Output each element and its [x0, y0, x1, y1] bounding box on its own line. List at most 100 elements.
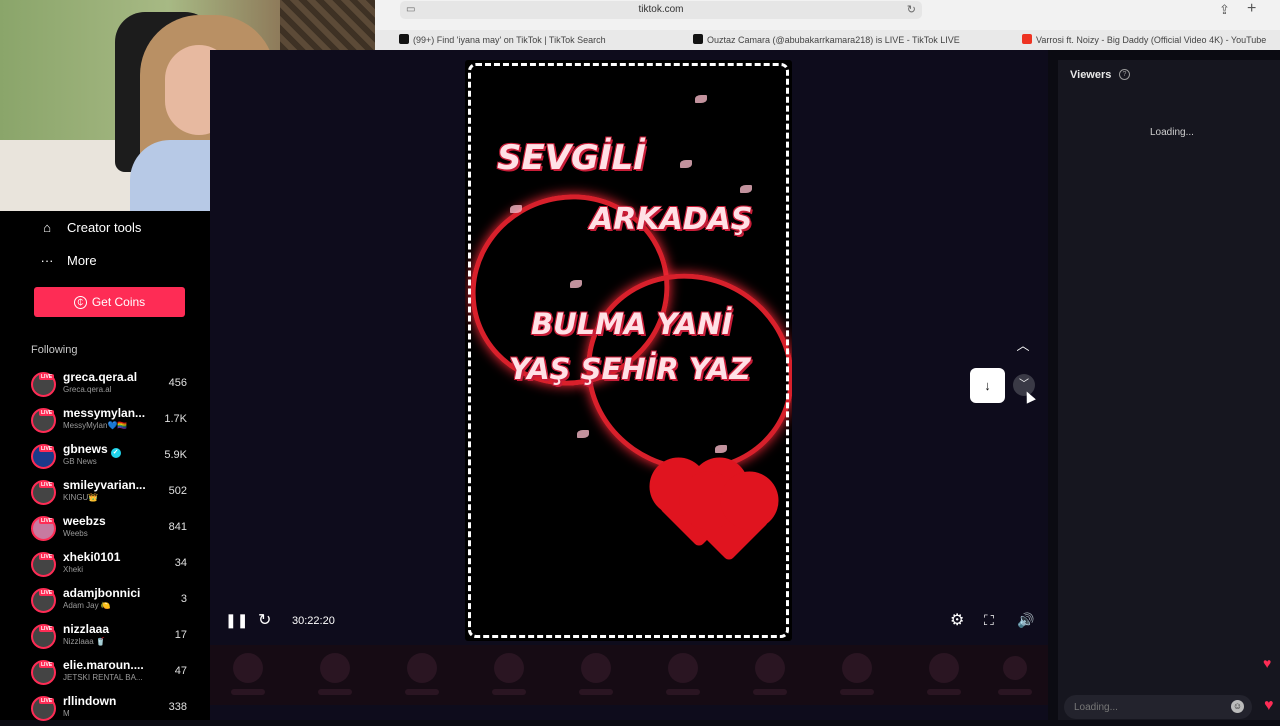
browser-tab[interactable]: (99+) Find 'iyana may' on TikTok | TikTo…: [399, 30, 689, 50]
like-heart-icon[interactable]: ♥: [1264, 697, 1274, 715]
gift-placeholder[interactable]: [755, 653, 785, 683]
browser-tab[interactable]: Ouztaz Camara (@abubakarrkamara218) is L…: [693, 30, 983, 50]
live-badge: LIVE: [39, 446, 55, 452]
viewer-count: 47: [174, 665, 187, 677]
following-subtitle: Adam Jay 🍋: [63, 601, 111, 610]
following-name: rllindown: [63, 694, 117, 708]
following-subtitle: GB News: [63, 457, 97, 466]
get-coins-label: Get Coins: [91, 295, 146, 309]
viewer-count: 1.7K: [164, 413, 187, 425]
sidebar: ⌂ Creator tools ··· More ₵ Get Coins Foll…: [0, 211, 210, 721]
get-coins-button[interactable]: ₵ Get Coins: [34, 287, 185, 317]
following-row[interactable]: LIVE adamjbonnici Adam Jay 🍋 3: [30, 584, 200, 618]
live-badge: LIVE: [39, 590, 55, 596]
tab-bar: (99+) Find 'iyana may' on TikTok | TikTo…: [375, 30, 1280, 50]
following-row[interactable]: LIVE xheki0101 Xheki 34: [30, 548, 200, 582]
viewer-count: 456: [168, 377, 187, 389]
gift-placeholder[interactable]: [581, 653, 611, 683]
new-tab-icon[interactable]: +: [1247, 0, 1256, 18]
following-name: gbnews ✓: [63, 442, 121, 458]
gift-label-placeholder: [579, 689, 613, 695]
following-name: weebzs: [63, 514, 106, 528]
following-row[interactable]: LIVE elie.maroun.... JETSKI RENTAL BA...…: [30, 656, 200, 690]
following-name: nizzlaaa: [63, 622, 110, 636]
tiktok-icon: [693, 34, 703, 44]
fullscreen-icon[interactable]: ⛶: [984, 612, 994, 629]
avatar: LIVE: [31, 444, 56, 469]
live-badge: LIVE: [39, 662, 55, 668]
following-row[interactable]: LIVE greca.qera.al Greca.qera.al 456: [30, 368, 200, 402]
following-heading: Following: [31, 344, 78, 356]
following-name: xheki0101: [63, 550, 121, 564]
following-subtitle: Nizzlaaa 🥤: [63, 637, 106, 646]
following-row[interactable]: LIVE messymylan... MessyMylan💙🏳️‍🌈 1.7K: [30, 404, 200, 438]
gift-placeholder[interactable]: [320, 653, 350, 683]
following-subtitle: Greca.qera.al: [63, 385, 112, 394]
home-icon: ⌂: [43, 219, 51, 235]
gift-label-placeholder: [998, 689, 1032, 695]
gift-placeholder[interactable]: [842, 653, 872, 683]
following-name: messymylan...: [63, 406, 146, 420]
live-badge: LIVE: [39, 698, 55, 704]
following-row[interactable]: LIVE weebzs Weebs 841: [30, 512, 200, 546]
sidebar-item-more[interactable]: ··· More: [38, 249, 97, 271]
viewer-count: 17: [174, 629, 187, 641]
gift-label-placeholder: [666, 689, 700, 695]
following-row[interactable]: LIVE smileyvarian... KINGU👑 502: [30, 476, 200, 510]
gift-placeholder[interactable]: [494, 653, 524, 683]
sidebar-item-label: More: [67, 252, 97, 268]
video-scalloped-frame: [468, 63, 789, 638]
gift-label-placeholder: [231, 689, 265, 695]
live-video[interactable]: SEVGİLİ ARKADAŞ BULMA YANİ YAŞ ŞEHİR YAZ: [465, 60, 792, 641]
chevron-up-icon[interactable]: ︿: [1015, 338, 1031, 354]
share-icon[interactable]: ⇪: [1219, 2, 1230, 18]
heart-icon: ♥: [1263, 655, 1272, 671]
following-name: smileyvarian...: [63, 478, 146, 492]
following-name: greca.qera.al: [63, 370, 138, 384]
following-subtitle: KINGU👑: [63, 493, 99, 502]
gift-placeholder[interactable]: [668, 653, 698, 683]
sidebar-item-label: Creator tools: [67, 219, 142, 235]
reload-icon[interactable]: ↻: [907, 3, 916, 16]
tab-label: Varrosi ft. Noizy - Big Daddy (Official …: [1036, 35, 1267, 45]
avatar: LIVE: [31, 660, 56, 685]
viewers-loading-text: Loading...: [1150, 127, 1194, 138]
following-subtitle: Xheki: [63, 565, 84, 574]
gift-placeholder[interactable]: [1003, 656, 1027, 680]
gift-label-placeholder: [492, 689, 526, 695]
gift-placeholder[interactable]: [233, 653, 263, 683]
stream-duration: 30:22:20: [292, 615, 335, 627]
avatar: LIVE: [31, 516, 56, 541]
following-name: adamjbonnici: [63, 586, 141, 600]
pause-icon[interactable]: ❚❚: [225, 612, 248, 629]
gift-placeholder[interactable]: [929, 653, 959, 683]
sidebar-item-creator-tools[interactable]: ⌂ Creator tools: [38, 216, 141, 238]
browser-tab[interactable]: Varrosi ft. Noizy - Big Daddy (Official …: [1022, 30, 1280, 50]
refresh-icon[interactable]: ↻: [258, 610, 271, 630]
viewer-count: 34: [174, 557, 187, 569]
following-row[interactable]: LIVE gbnews ✓ GB News 5.9K: [30, 440, 200, 474]
settings-icon[interactable]: ⚙: [950, 610, 964, 630]
help-icon[interactable]: ?: [1119, 69, 1130, 80]
address-bar[interactable]: ▭ tiktok.com ↻: [400, 1, 922, 19]
following-name-text: gbnews: [63, 442, 108, 456]
tiktok-icon: [399, 34, 409, 44]
viewer-count: 5.9K: [164, 449, 187, 461]
following-row[interactable]: LIVE nizzlaaa Nizzlaaa 🥤 17: [30, 620, 200, 654]
following-subtitle: M: [63, 709, 70, 718]
following-row[interactable]: LIVE rllindown M 338: [30, 692, 200, 726]
viewer-count: 502: [168, 485, 187, 497]
emoji-icon[interactable]: ☺: [1231, 700, 1244, 713]
viewer-count: 841: [168, 521, 187, 533]
volume-icon[interactable]: 🔊: [1017, 612, 1034, 629]
live-badge: LIVE: [39, 374, 55, 380]
player-controls: ❚❚ ↻ 30:22:20 ⚙ ⛶ 🔊: [210, 606, 1048, 636]
gift-label-placeholder: [318, 689, 352, 695]
live-badge: LIVE: [39, 518, 55, 524]
chat-input[interactable]: Loading... ☺: [1064, 695, 1252, 719]
avatar: LIVE: [31, 408, 56, 433]
tab-label: (99+) Find 'iyana may' on TikTok | TikTo…: [413, 35, 606, 45]
gift-placeholder[interactable]: [407, 653, 437, 683]
more-icon: ···: [40, 252, 54, 268]
download-button[interactable]: ↓: [970, 368, 1005, 403]
